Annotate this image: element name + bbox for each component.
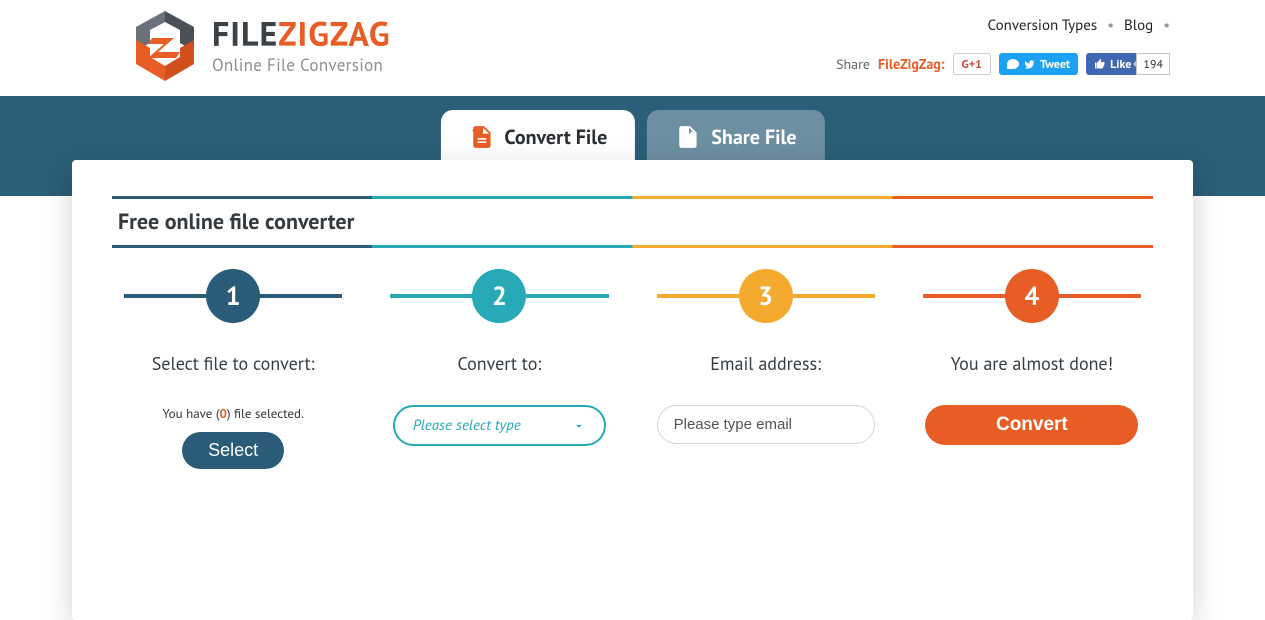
convert-button[interactable]: Convert bbox=[925, 405, 1138, 445]
brand-subtitle: Online File Conversion bbox=[212, 54, 391, 76]
tab-share-label: Share File bbox=[711, 124, 796, 150]
step-1: 1 Select file to convert: You have (0) f… bbox=[112, 268, 354, 469]
nav-blog[interactable]: Blog bbox=[1124, 16, 1153, 35]
share-lead: Share bbox=[836, 55, 870, 73]
step-2: 2 Convert to: Please select type bbox=[378, 268, 620, 469]
step-4-number: 4 bbox=[1005, 269, 1059, 323]
step-3-title: Email address: bbox=[710, 352, 821, 375]
twitter-icon bbox=[1023, 59, 1036, 70]
nav-separator: • bbox=[1107, 16, 1114, 35]
brand-file: FILE bbox=[212, 12, 278, 56]
selected-file-info: You have (0) file selected. bbox=[163, 405, 304, 422]
convert-type-placeholder: Please select type bbox=[413, 416, 521, 435]
chevron-down-icon bbox=[572, 419, 586, 433]
like-label: Like bbox=[1110, 57, 1131, 72]
convert-type-select[interactable]: Please select type bbox=[393, 405, 606, 446]
step-1-number: 1 bbox=[206, 269, 260, 323]
convert-file-icon bbox=[468, 124, 494, 150]
share-row: Share FileZigZag: G+1 Tweet Like 194 bbox=[836, 53, 1170, 75]
nav-conversion-types[interactable]: Conversion Types bbox=[988, 16, 1098, 35]
tab-convert-label: Convert File bbox=[504, 124, 607, 150]
card-heading: Free online file converter bbox=[112, 199, 1153, 245]
select-file-button[interactable]: Select bbox=[182, 432, 284, 469]
site-header: FILEZIGZAG Online File Conversion Conver… bbox=[0, 0, 1265, 96]
main-card: Free online file converter 1 Select file… bbox=[72, 160, 1193, 620]
heading-rule-bottom bbox=[112, 245, 1153, 248]
thumbs-up-icon bbox=[1094, 58, 1106, 70]
logo-text: FILEZIGZAG Online File Conversion bbox=[212, 12, 391, 76]
like-count: 194 bbox=[1136, 53, 1170, 75]
step-3-number: 3 bbox=[739, 269, 793, 323]
share-brand: FileZigZag: bbox=[878, 55, 945, 73]
step-1-title: Select file to convert: bbox=[152, 352, 315, 375]
main-tabs: Convert File Share File bbox=[440, 110, 824, 164]
step-4-title: You are almost done! bbox=[951, 352, 1113, 375]
brand-zig: ZIGZAG bbox=[278, 12, 390, 56]
tweet-button[interactable]: Tweet bbox=[999, 53, 1078, 75]
top-nav: Conversion Types • Blog • bbox=[988, 16, 1170, 35]
nav-separator: • bbox=[1163, 16, 1170, 35]
site-logo[interactable]: FILEZIGZAG Online File Conversion bbox=[130, 6, 391, 86]
email-input[interactable] bbox=[657, 405, 875, 444]
step-4: 4 You are almost done! Convert bbox=[911, 268, 1153, 469]
step-2-number: 2 bbox=[472, 269, 526, 323]
share-file-icon bbox=[675, 124, 701, 150]
zigzag-hexagon-icon bbox=[130, 6, 200, 86]
tweet-label: Tweet bbox=[1040, 57, 1070, 72]
tab-share-file[interactable]: Share File bbox=[647, 110, 824, 164]
step-3: 3 Email address: bbox=[645, 268, 887, 469]
facebook-like-button[interactable]: Like bbox=[1086, 53, 1139, 75]
tab-convert-file[interactable]: Convert File bbox=[440, 110, 635, 164]
google-plus-one-button[interactable]: G+1 bbox=[953, 53, 991, 75]
step-2-title: Convert to: bbox=[457, 352, 541, 375]
